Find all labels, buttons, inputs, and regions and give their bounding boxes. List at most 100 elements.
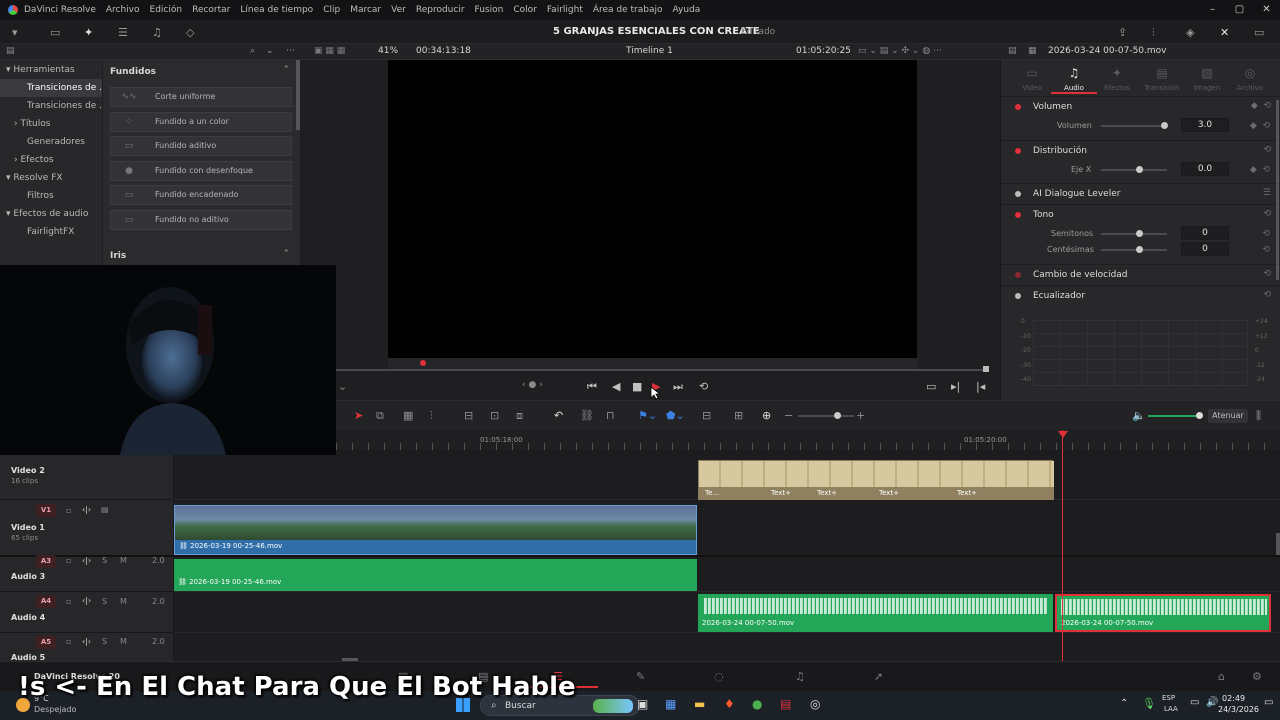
keyframe-icon[interactable]: ◆ ⟲ — [1250, 165, 1270, 175]
collapse-icon[interactable]: ⌃ — [282, 249, 290, 259]
enable-dot[interactable] — [1015, 191, 1021, 197]
clip-info-icon[interactable]: ▤ — [1008, 46, 1017, 56]
next-edit-icon[interactable]: |◂ — [976, 380, 985, 393]
effects-tab-icon[interactable]: ✦ — [1094, 66, 1140, 80]
fx-item[interactable]: ⁘ Fundido a un color — [110, 112, 292, 132]
track-badge-a5[interactable]: A5 — [36, 636, 56, 649]
lock-icon[interactable]: ▫ — [66, 506, 71, 515]
track-visibility-icon[interactable]: ▤ — [101, 505, 109, 514]
tab-audio[interactable]: Audio — [1051, 84, 1097, 94]
tab-transicion[interactable]: Transición — [1139, 84, 1185, 92]
mic-icon[interactable]: 🎙 — [1142, 697, 1156, 710]
audio-clip-a4-2[interactable]: 2026-03-24 00-07-50.mov — [1055, 594, 1271, 632]
viewer-options-icon[interactable]: ▭ ⌄ ▤ ⌄ ✣ ⌄ ◍ ⋯ — [858, 46, 942, 56]
axis-x-slider[interactable] — [1101, 169, 1167, 171]
menu-recortar[interactable]: Recortar — [192, 5, 230, 15]
page-color-icon[interactable]: ◌ — [714, 670, 724, 683]
semitones-slider[interactable] — [1101, 233, 1167, 235]
collapse-icon[interactable]: ⌃ — [282, 65, 290, 75]
tree-item-efectos-audio[interactable]: ▾ Efectos de audio — [0, 205, 102, 223]
menu-area-de-trabajo[interactable]: Área de trabajo — [593, 5, 663, 15]
cents-knob[interactable] — [1136, 246, 1143, 253]
cents-value[interactable]: 0 — [1181, 242, 1229, 256]
enable-dot[interactable] — [1015, 148, 1021, 154]
section-distribution[interactable]: Distribución ⟲ — [1001, 140, 1280, 160]
menu-reproducir[interactable]: Reproducir — [416, 5, 465, 15]
voicemod-icon[interactable]: ▤ — [780, 697, 791, 711]
options-icon[interactable]: ⋯ — [286, 46, 295, 56]
fx-item[interactable]: ▭ Fundido aditivo — [110, 136, 292, 156]
skip-end-icon[interactable]: ⏭ — [673, 380, 683, 394]
input-layout[interactable]: LAA — [1164, 705, 1178, 713]
export-icon[interactable]: ⇪ — [1118, 26, 1127, 39]
fx-item[interactable]: ▭ Fundido no aditivo — [110, 210, 292, 230]
tab-archivo[interactable]: Archivo — [1227, 84, 1273, 92]
menu-archivo[interactable]: Archivo — [106, 5, 140, 15]
fx-item[interactable]: ∿∿ Corte uniforme — [110, 87, 292, 107]
stop-icon[interactable]: ■ — [632, 380, 642, 393]
mute-icon[interactable]: M — [120, 637, 127, 646]
volume-value[interactable]: 3.0 — [1181, 118, 1229, 132]
volume-knob[interactable] — [1161, 122, 1168, 129]
auto-select-icon[interactable]: ‹|› — [82, 596, 91, 605]
video-tab-icon[interactable]: ▭ — [1009, 66, 1055, 80]
clock-date[interactable]: 24/3/2026 — [1218, 705, 1259, 714]
zoom-out-icon[interactable]: − — [784, 409, 793, 422]
zoom-level[interactable]: 41% — [378, 46, 398, 56]
overwrite-clip-icon[interactable]: ⊡ — [490, 409, 499, 422]
menu-edicion[interactable]: Edición — [150, 5, 183, 15]
title-clip-group[interactable]: Te... Text+ Text+ Text+ Text+ — [698, 460, 1054, 500]
tree-item-transiciones-video[interactable]: Transiciones de ... — [0, 79, 102, 97]
page-fairlight-icon[interactable]: ♫ — [795, 670, 805, 683]
section-speed[interactable]: Cambio de velocidad ⟲ — [1001, 264, 1280, 284]
options-icon[interactable]: ☰ — [1263, 188, 1271, 198]
tree-item-titulos[interactable]: › Títulos — [0, 115, 102, 133]
auto-select-icon[interactable]: ‹|› — [82, 637, 91, 646]
volume-icon[interactable]: 🔊 — [1206, 697, 1218, 708]
reset-icon[interactable]: ⟲ — [1263, 269, 1271, 279]
menu-ayuda[interactable]: Ayuda — [673, 5, 701, 15]
dynamic-trim-icon[interactable]: ▦ — [403, 409, 413, 422]
input-language[interactable]: ESP — [1162, 694, 1175, 702]
menu-color[interactable]: Color — [513, 5, 537, 15]
tray-chevron-icon[interactable]: ⌃ — [1120, 698, 1128, 709]
selection-tool-icon[interactable]: ➤ — [354, 409, 363, 422]
solo-icon[interactable]: S — [102, 597, 107, 606]
enable-dot[interactable] — [1015, 272, 1021, 278]
more-icon[interactable]: ▭ — [1254, 26, 1264, 39]
enable-dot[interactable] — [1015, 212, 1021, 218]
page-deliver-icon[interactable]: ➚ — [874, 670, 883, 683]
layout-icon[interactable]: ▣ ▦ ▦ — [314, 46, 345, 56]
marker-icon[interactable]: ⬟⌄ — [666, 409, 685, 422]
zoom-detail-icon[interactable]: ⊞ — [734, 409, 743, 422]
close-icon[interactable]: ✕ — [1253, 0, 1280, 20]
zoom-in-icon[interactable]: + — [856, 409, 865, 422]
flag-icon[interactable]: ⚑⌄ — [638, 409, 657, 422]
panel-toggle-icon[interactable]: ▤ — [6, 46, 15, 56]
master-volume-slider[interactable] — [1148, 415, 1200, 417]
viewer-canvas[interactable] — [388, 60, 917, 358]
eq-graph[interactable] — [1033, 320, 1248, 386]
tree-item-filtros[interactable]: Filtros — [0, 187, 102, 205]
metadata-icon[interactable]: ◈ — [1186, 26, 1194, 39]
axis-x-knob[interactable] — [1136, 166, 1143, 173]
auto-select-icon[interactable]: ‹|› — [82, 556, 91, 565]
reverse-play-icon[interactable]: ◀ — [612, 380, 620, 393]
mute-button[interactable]: Atenuar — [1208, 409, 1248, 423]
meter-icon[interactable]: ⫼ — [1256, 409, 1261, 423]
task-view-icon[interactable]: ▣ — [637, 697, 648, 711]
sync-icon[interactable]: ◇ — [186, 26, 194, 39]
scrub-bar[interactable] — [336, 369, 988, 371]
zoom-custom-icon[interactable]: ⊕ — [762, 409, 771, 422]
sync-bin-icon[interactable]: ▭ — [50, 26, 60, 39]
enable-dot[interactable] — [1015, 293, 1021, 299]
solo-icon[interactable]: S — [102, 556, 107, 565]
menu-marcar[interactable]: Marcar — [350, 5, 381, 15]
inspector-scrollbar[interactable] — [1276, 100, 1279, 280]
timeline-scrollbar[interactable] — [1276, 533, 1280, 555]
image-tab-icon[interactable]: ▨ — [1184, 66, 1230, 80]
tab-efectos[interactable]: Efectos — [1094, 84, 1140, 92]
reset-icon[interactable]: ◆ ⟲ — [1251, 101, 1271, 111]
section-ai-leveler[interactable]: AI Dialogue Leveler ☰ — [1001, 183, 1280, 203]
mute-icon[interactable]: M — [120, 556, 127, 565]
